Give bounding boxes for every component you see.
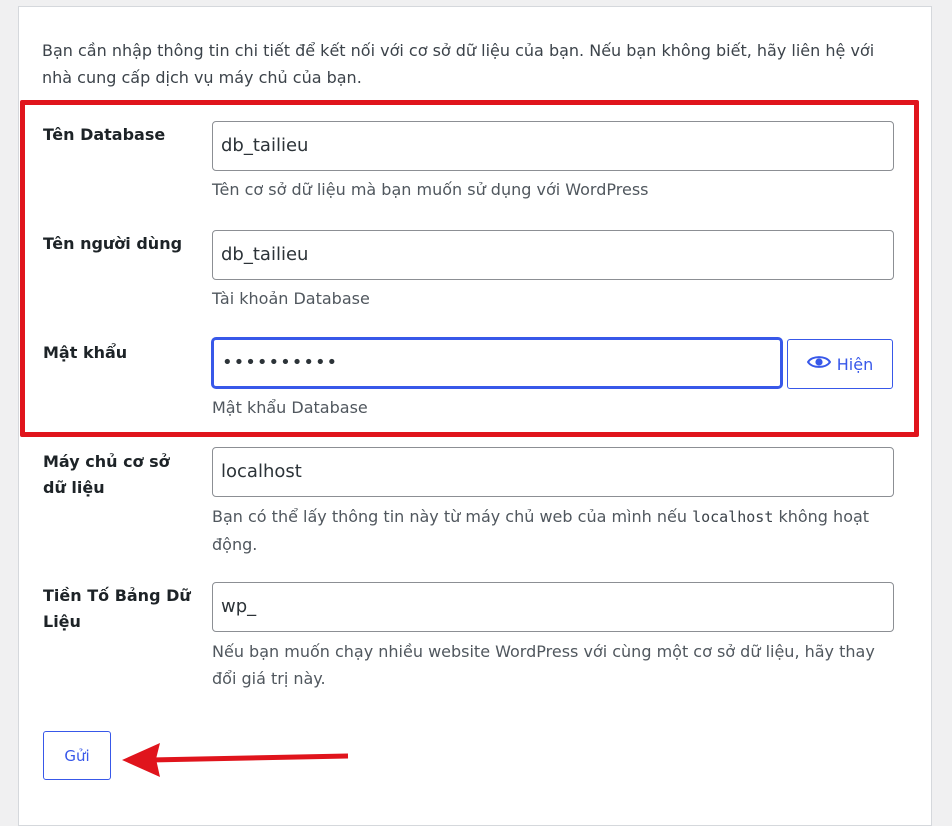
prefix-label: Tiền Tố Bảng Dữ Liệu [43,586,191,631]
submit-button[interactable]: Gửi [43,731,111,780]
annotation-arrow [122,743,349,777]
host-description: Bạn có thể lấy thông tin này từ máy chủ … [212,503,892,558]
prefix-input[interactable]: wp_ [212,582,894,632]
intro-text: Bạn cần nhập thông tin chi tiết để kết n… [42,41,875,87]
host-description-code: localhost [692,508,774,526]
host-label: Máy chủ cơ sở dữ liệu [43,452,170,497]
host-input[interactable]: localhost [212,447,894,497]
annotation-highlight-box [20,100,919,437]
prefix-description: Nếu bạn muốn chạy nhiều website WordPres… [212,642,875,688]
host-description-text: Bạn có thể lấy thông tin này từ máy chủ … [212,507,687,526]
